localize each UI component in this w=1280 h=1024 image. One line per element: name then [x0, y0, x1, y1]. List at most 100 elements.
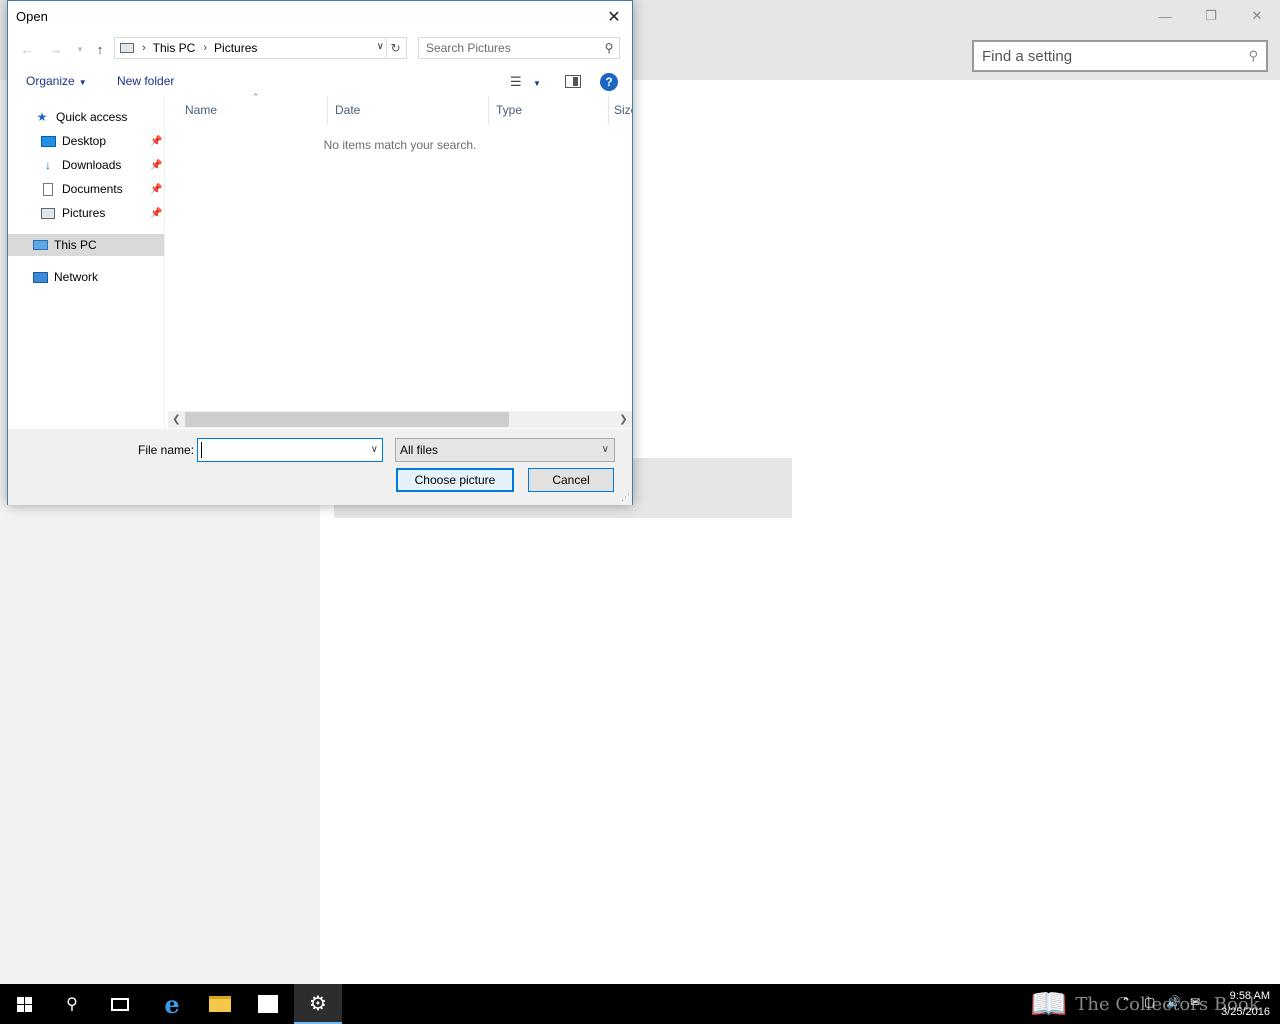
file-type-select[interactable]: All files ∨ [395, 438, 615, 462]
search-input[interactable] [426, 41, 599, 55]
recent-locations-button[interactable]: ▼ [71, 40, 89, 58]
address-bar[interactable]: › This PC › Pictures ∨ ↻ [114, 37, 407, 59]
up-arrow-icon: ↑ [96, 41, 104, 57]
nav-item-label: Quick access [56, 110, 128, 124]
new-folder-button[interactable]: New folder [117, 74, 174, 88]
computer-icon [32, 238, 48, 252]
store-button[interactable] [244, 984, 292, 1024]
volume-icon[interactable]: 🔊 [1166, 995, 1181, 1009]
caret-down-icon: ▼ [533, 79, 541, 88]
taskbar-clock[interactable]: 9:58 AM 3/25/2016 [1210, 988, 1270, 1020]
organize-button[interactable]: Organize ▼ [26, 74, 87, 88]
nav-item-quick-access[interactable]: ★ Quick access [34, 106, 128, 128]
restore-button[interactable]: ❐ [1188, 0, 1234, 32]
scroll-left-icon[interactable]: ❮ [168, 411, 185, 428]
nav-item-downloads[interactable]: ↓ Downloads 📌 [40, 154, 162, 176]
minimize-button[interactable]: — [1142, 0, 1188, 32]
chevron-down-icon: ∨ [601, 444, 609, 455]
settings-search-box[interactable]: ⚲ [972, 40, 1268, 72]
file-name-input[interactable] [201, 442, 361, 458]
column-header-size[interactable]: Size [609, 96, 632, 124]
refresh-icon[interactable]: ↻ [386, 39, 404, 57]
taskbar: ⚲ e ⚙ 📖 The Collectors Book ⌃ ▢ 🔊 ✉ 9:58… [0, 984, 1280, 1024]
column-header-date[interactable]: Date [328, 96, 489, 124]
pictures-folder-icon [120, 43, 134, 53]
nav-item-label: Network [54, 270, 99, 284]
action-center-icon[interactable]: ✉ [1190, 995, 1200, 1009]
help-label: ? [605, 75, 613, 89]
pin-icon[interactable]: 📌 [150, 208, 162, 219]
pin-icon[interactable]: 📌 [150, 184, 162, 195]
star-icon: ★ [36, 110, 48, 124]
close-window-button[interactable]: ✕ [1234, 0, 1280, 32]
breadcrumb-pictures[interactable]: Pictures [214, 41, 257, 55]
empty-message: No items match your search. [323, 138, 477, 152]
edge-browser-button[interactable]: e [148, 984, 196, 1024]
scroll-right-icon[interactable]: ❯ [615, 411, 632, 428]
task-view-button[interactable] [96, 984, 144, 1024]
chevron-down-icon[interactable]: ∨ [371, 444, 378, 455]
file-name-combobox[interactable]: ∨ [197, 438, 383, 462]
nav-item-label: This PC [54, 238, 97, 252]
choose-picture-button[interactable]: Choose picture [396, 468, 514, 492]
search-icon: ⚲ [604, 41, 614, 55]
file-explorer-button[interactable] [196, 984, 244, 1024]
start-button[interactable] [0, 984, 48, 1024]
file-type-selected: All files [400, 443, 439, 457]
taskbar-search-button[interactable]: ⚲ [48, 984, 96, 1024]
show-hidden-icons-icon[interactable]: ⌃ [1121, 995, 1131, 1009]
breadcrumb-separator-icon: › [142, 42, 146, 54]
nav-item-documents[interactable]: Documents 📌 [40, 178, 162, 200]
close-icon: ✕ [1251, 8, 1263, 23]
back-button[interactable]: ← [18, 40, 36, 58]
nav-item-label: Downloads [62, 158, 122, 172]
settings-search-input[interactable] [982, 47, 1249, 65]
help-icon[interactable]: ? [600, 73, 618, 91]
nav-item-label: Pictures [62, 206, 106, 220]
caret-down-icon: ▼ [78, 78, 87, 87]
nav-item-label: Documents [62, 182, 123, 196]
settings-taskbar-button[interactable]: ⚙ [294, 984, 342, 1024]
file-name-label: File name: [138, 443, 195, 457]
dialog-close-button[interactable]: ✕ [602, 5, 626, 29]
store-bag-icon [258, 995, 278, 1013]
pin-icon[interactable]: 📌 [150, 160, 162, 171]
clock-time: 9:58 AM [1229, 990, 1270, 1002]
search-icon: ⚲ [1248, 48, 1258, 63]
network-tray-icon[interactable]: ▢ [1144, 995, 1155, 1009]
horizontal-scrollbar[interactable]: ❮ ❯ [168, 411, 632, 428]
command-bar: Organize ▼ New folder ☰ ▼ ? [8, 68, 632, 96]
book-icon: 📖 [1030, 986, 1068, 1022]
up-button[interactable]: ↑ [91, 40, 109, 58]
task-view-icon [111, 997, 129, 1011]
dialog-title: Open [16, 9, 48, 24]
nav-item-network[interactable]: Network [32, 266, 98, 288]
downloads-icon: ↓ [45, 158, 51, 172]
forward-button[interactable]: → [47, 40, 65, 58]
file-list[interactable]: ⌃ Name Date Type Size No items match you… [168, 92, 632, 429]
search-box[interactable]: ⚲ [418, 37, 620, 59]
restore-icon: ❐ [1205, 8, 1217, 23]
edge-icon: e [164, 989, 180, 1019]
forward-arrow-icon: → [49, 41, 63, 57]
view-options-button[interactable]: ☰ ▼ [510, 74, 541, 90]
nav-item-pictures[interactable]: Pictures 📌 [40, 202, 162, 224]
column-header-name[interactable]: Name [178, 96, 328, 124]
minimize-icon: — [1158, 8, 1172, 24]
organize-label: Organize [26, 74, 75, 88]
preview-pane-icon[interactable] [565, 75, 581, 88]
cancel-button[interactable]: Cancel [528, 468, 614, 492]
breadcrumb-this-pc[interactable]: This PC [153, 41, 196, 55]
documents-icon [40, 182, 56, 196]
chevron-down-icon[interactable]: ∨ [377, 41, 384, 52]
windows-logo-icon [16, 996, 32, 1012]
nav-item-this-pc[interactable]: This PC [8, 234, 164, 256]
scrollbar-thumb[interactable] [185, 412, 509, 427]
column-header-type[interactable]: Type [489, 96, 609, 124]
pin-icon[interactable]: 📌 [150, 136, 162, 147]
nav-item-desktop[interactable]: Desktop 📌 [40, 130, 162, 152]
resize-grip-icon[interactable]: ⋰ [621, 492, 630, 503]
navigation-bar: ← → ▼ ↑ › This PC › Pictures ∨ ↻ ⚲ [8, 36, 632, 62]
clock-date: 3/25/2016 [1221, 1006, 1270, 1018]
dialog-footer: File name: ∨ All files ∨ Choose picture … [8, 429, 632, 505]
